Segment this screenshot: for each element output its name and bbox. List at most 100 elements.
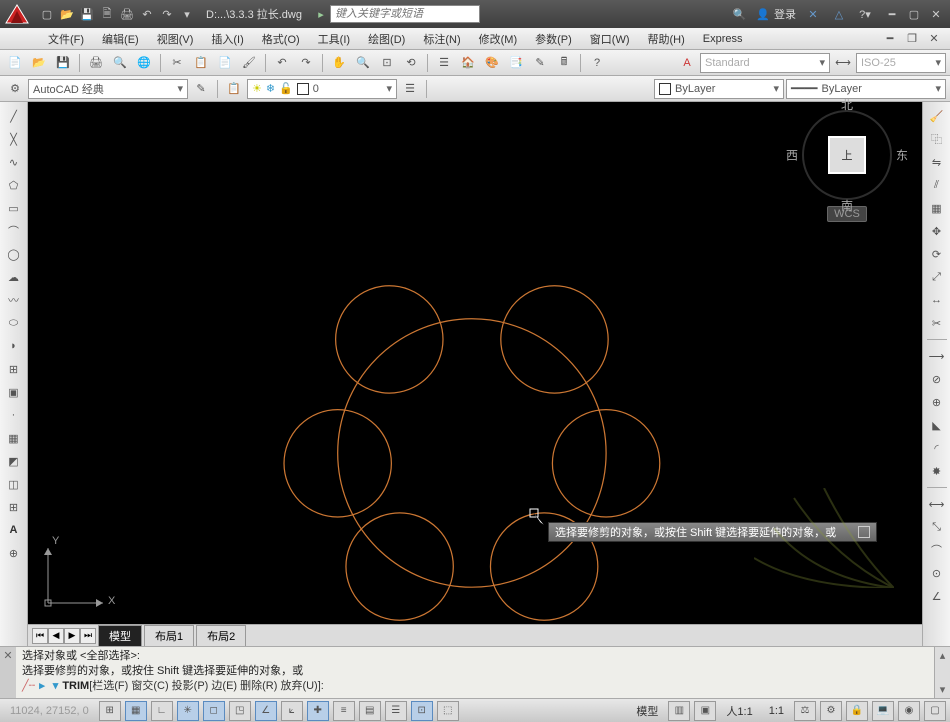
scale-icon[interactable]: ⤢	[927, 267, 947, 287]
tpy-icon[interactable]: ▤	[359, 701, 381, 721]
spline-icon[interactable]: 〰	[4, 290, 24, 310]
am-icon[interactable]: ⬚	[437, 701, 459, 721]
save-icon[interactable]: 💾	[52, 52, 74, 74]
polar-icon[interactable]: ✳	[177, 701, 199, 721]
qat-more-icon[interactable]: ▾	[178, 5, 196, 23]
maximize-icon[interactable]: ▢	[904, 5, 924, 23]
cmd-prompt[interactable]: ╱╌▸▾ TRIM [栏选(F) 窗交(C) 投影(P) 边(E) 删除(R) …	[22, 679, 928, 694]
arc-icon[interactable]: ⌒	[4, 221, 24, 241]
rect-icon[interactable]: ▭	[4, 198, 24, 218]
xline-icon[interactable]: ╳	[4, 129, 24, 149]
stretch-icon[interactable]: ↔	[927, 290, 947, 310]
layer-combo[interactable]: ☀❄🔓 0 ▾	[247, 79, 397, 99]
command-window[interactable]: ✕ 选择对象或 <全部选择>: 选择要修剪的对象，或按住 Shift 键选择要延…	[0, 646, 950, 698]
layer-states-icon[interactable]: ☰	[399, 78, 421, 100]
workspace-gear-icon[interactable]: ⚙	[4, 78, 26, 100]
move-icon[interactable]: ✥	[927, 221, 947, 241]
qat-undo-icon[interactable]: ↶	[138, 5, 156, 23]
hatch-icon[interactable]: ▦	[4, 428, 24, 448]
layer-prop-icon[interactable]: 📋	[223, 78, 245, 100]
qat-print-icon[interactable]: 🖨	[118, 5, 136, 23]
qat-save-icon[interactable]: 💾	[78, 5, 96, 23]
snap-icon[interactable]: ⊞	[99, 701, 121, 721]
toolpalette-icon[interactable]: 🎨	[481, 52, 503, 74]
cut-icon[interactable]: ✂	[166, 52, 188, 74]
minimize-icon[interactable]: ━	[882, 5, 902, 23]
menu-dim[interactable]: 标注(N)	[415, 29, 468, 49]
hardware-icon[interactable]: 💻	[872, 701, 894, 721]
lwt-icon[interactable]: ≡	[333, 701, 355, 721]
zoom-icon[interactable]: 🔍	[352, 52, 374, 74]
3dosnap-icon[interactable]: ◳	[229, 701, 251, 721]
new-icon[interactable]: 📄	[4, 52, 26, 74]
binoculars-icon[interactable]: 🔍	[730, 5, 748, 23]
sc-icon[interactable]: ⊡	[411, 701, 433, 721]
scale-button[interactable]: 1:1	[763, 705, 790, 717]
qat-saveas-icon[interactable]: 🗎	[98, 5, 116, 23]
ellipse-icon[interactable]: ⬭	[4, 313, 24, 333]
doc-restore-icon[interactable]: ❐	[902, 30, 922, 48]
pline-icon[interactable]: ∿	[4, 152, 24, 172]
qat-open-icon[interactable]: 📂	[58, 5, 76, 23]
chamfer-icon[interactable]: ◣	[927, 415, 947, 435]
circle-icon[interactable]: ◯	[4, 244, 24, 264]
redo-icon[interactable]: ↷	[295, 52, 317, 74]
textstyle-combo[interactable]: Standard▾	[700, 53, 830, 73]
qv-layouts-icon[interactable]: ▥	[668, 701, 690, 721]
plot-icon[interactable]: 🖨	[85, 52, 107, 74]
cleanscreen-icon[interactable]: ▢	[924, 701, 946, 721]
linetype-combo[interactable]: ━━━━ByLayer▾	[786, 79, 946, 99]
otrack-icon[interactable]: ∠	[255, 701, 277, 721]
color-combo[interactable]: ByLayer▾	[654, 79, 784, 99]
tooltip-expand-icon[interactable]	[858, 526, 870, 538]
grid-icon[interactable]: ▦	[125, 701, 147, 721]
menu-tools[interactable]: 工具(I)	[310, 29, 358, 49]
exchange-icon[interactable]: ✕	[804, 5, 822, 23]
a360-icon[interactable]: △	[830, 5, 848, 23]
revcloud-icon[interactable]: ☁	[4, 267, 24, 287]
menu-modify[interactable]: 修改(M)	[471, 29, 526, 49]
workspace-settings-icon[interactable]: ✎	[190, 78, 212, 100]
dyn-icon[interactable]: ✚	[307, 701, 329, 721]
explode-icon[interactable]: ✸	[927, 461, 947, 481]
tab-first-icon[interactable]: ⏮	[32, 628, 48, 644]
calc-icon[interactable]: 🖩	[553, 52, 575, 74]
help2-icon[interactable]: ?	[586, 52, 608, 74]
login-button[interactable]: 👤登录	[756, 6, 796, 22]
prop-icon[interactable]: ☰	[433, 52, 455, 74]
join-icon[interactable]: ⊕	[927, 392, 947, 412]
tab-prev-icon[interactable]: ◀	[48, 628, 64, 644]
copy-icon[interactable]: 📋	[190, 52, 212, 74]
paste-icon[interactable]: 📄	[214, 52, 236, 74]
table-icon[interactable]: ⊞	[4, 497, 24, 517]
ellipsearc-icon[interactable]: ◗	[4, 336, 24, 356]
qv-drawings-icon[interactable]: ▣	[694, 701, 716, 721]
doc-close-icon[interactable]: ✕	[924, 30, 944, 48]
doc-dirty-icon[interactable]: ▸	[312, 5, 330, 23]
menu-edit[interactable]: 编辑(E)	[94, 29, 147, 49]
addsel-icon[interactable]: ⊕	[4, 543, 24, 563]
menu-insert[interactable]: 插入(I)	[203, 29, 251, 49]
zoomwin-icon[interactable]: ⊡	[376, 52, 398, 74]
tab-layout2[interactable]: 布局2	[196, 625, 246, 646]
tab-next-icon[interactable]: ▶	[64, 628, 80, 644]
designcenter-icon[interactable]: 🏠	[457, 52, 479, 74]
region-icon[interactable]: ◫	[4, 474, 24, 494]
matchprop-icon[interactable]: 🖌	[238, 52, 260, 74]
markup-icon[interactable]: ✎	[529, 52, 551, 74]
menu-express[interactable]: Express	[695, 31, 751, 47]
line-icon[interactable]: ╱	[4, 106, 24, 126]
sheet-icon[interactable]: 📑	[505, 52, 527, 74]
drawing-canvas[interactable]: 北 南 东 西 上 WCS X Y 选择要修剪的对象，或按住 Shift 键选择…	[28, 102, 922, 646]
space-button[interactable]: 模型	[630, 703, 664, 719]
search-input[interactable]	[330, 5, 480, 23]
lock-ui-icon[interactable]: 🔒	[846, 701, 868, 721]
undo-icon[interactable]: ↶	[271, 52, 293, 74]
annovis-icon[interactable]: ⚖	[794, 701, 816, 721]
tab-last-icon[interactable]: ⏭	[80, 628, 96, 644]
extend-icon[interactable]: ⟶	[927, 346, 947, 366]
menu-draw[interactable]: 绘图(D)	[360, 29, 413, 49]
offset-icon[interactable]: ⫽	[927, 175, 947, 195]
qat-new-icon[interactable]: ▢	[38, 5, 56, 23]
mtext-icon[interactable]: A	[4, 520, 24, 540]
